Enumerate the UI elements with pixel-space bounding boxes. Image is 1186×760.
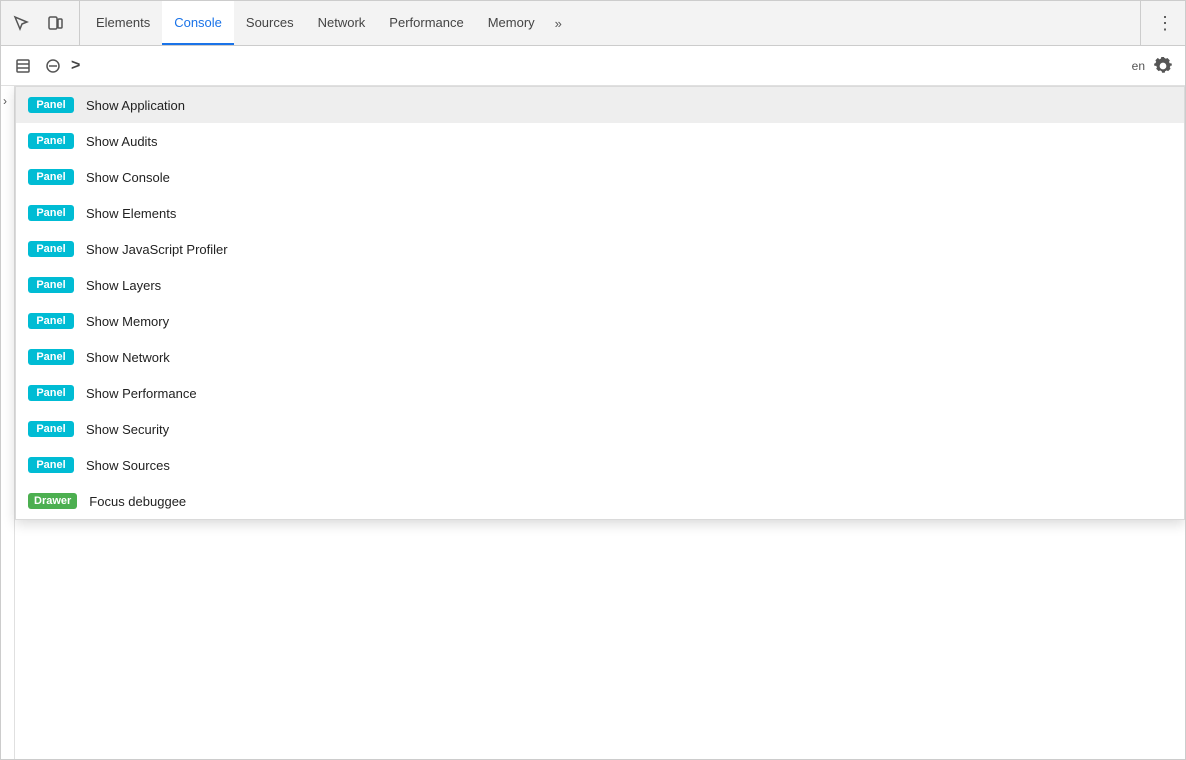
badge-panel-show-javascript-profiler: Panel (28, 241, 74, 257)
badge-panel-show-audits: Panel (28, 133, 74, 149)
autocomplete-label-show-network: Show Network (86, 350, 170, 365)
main-content: PanelShow ApplicationPanelShow AuditsPan… (15, 86, 1185, 759)
badge-panel-show-memory: Panel (28, 313, 74, 329)
console-drawer-toggle[interactable] (9, 52, 37, 80)
badge-drawer-focus-debuggee: Drawer (28, 493, 77, 509)
autocomplete-dropdown: PanelShow ApplicationPanelShow AuditsPan… (15, 86, 1185, 520)
autocomplete-item-show-security[interactable]: Panel Show Security (16, 411, 1184, 447)
badge-panel-show-security: Panel (28, 421, 74, 437)
autocomplete-item-show-elements[interactable]: Panel Show Elements (16, 195, 1184, 231)
autocomplete-item-show-layers[interactable]: Panel Show Layers (16, 267, 1184, 303)
badge-panel-show-performance: Panel (28, 385, 74, 401)
more-options-button[interactable]: ⋮ (1149, 7, 1181, 39)
more-tabs-button[interactable]: » (547, 1, 570, 45)
autocomplete-item-show-application[interactable]: Panel Show Application (16, 87, 1184, 123)
clear-console-button[interactable] (39, 52, 67, 80)
autocomplete-item-show-memory[interactable]: Panel Show Memory (16, 303, 1184, 339)
tab-network[interactable]: Network (306, 1, 378, 45)
autocomplete-label-show-javascript-profiler: Show JavaScript Profiler (86, 242, 228, 257)
autocomplete-label-show-audits: Show Audits (86, 134, 158, 149)
autocomplete-item-show-console[interactable]: Panel Show Console (16, 159, 1184, 195)
autocomplete-item-show-javascript-profiler[interactable]: Panel Show JavaScript Profiler (16, 231, 1184, 267)
prompt-arrow: > (71, 57, 80, 75)
autocomplete-label-show-elements: Show Elements (86, 206, 176, 221)
badge-panel-show-elements: Panel (28, 205, 74, 221)
autocomplete-item-focus-debuggee[interactable]: Drawer Focus debuggee (16, 483, 1184, 519)
console-settings-button[interactable] (1149, 52, 1177, 80)
tab-elements[interactable]: Elements (84, 1, 162, 45)
console-toolbar: > en (1, 46, 1185, 86)
tab-console[interactable]: Console (162, 1, 234, 45)
autocomplete-label-show-sources: Show Sources (86, 458, 170, 473)
nav-tabs: Elements Console Sources Network Perform… (84, 1, 1140, 45)
autocomplete-label-show-layers: Show Layers (86, 278, 161, 293)
toolbar-icons-left (5, 1, 80, 45)
tab-memory[interactable]: Memory (476, 1, 547, 45)
autocomplete-item-show-performance[interactable]: Panel Show Performance (16, 375, 1184, 411)
console-prompt-area: > (67, 57, 1132, 75)
autocomplete-label-show-performance: Show Performance (86, 386, 197, 401)
device-toolbar-button[interactable] (39, 7, 71, 39)
top-toolbar: Elements Console Sources Network Perform… (1, 1, 1185, 46)
tab-sources[interactable]: Sources (234, 1, 306, 45)
badge-panel-show-network: Panel (28, 349, 74, 365)
autocomplete-label-show-console: Show Console (86, 170, 170, 185)
autocomplete-item-show-audits[interactable]: Panel Show Audits (16, 123, 1184, 159)
autocomplete-item-show-sources[interactable]: Panel Show Sources (16, 447, 1184, 483)
console-input[interactable] (88, 58, 1131, 73)
autocomplete-label-show-application: Show Application (86, 98, 185, 113)
filter-label: en (1132, 59, 1145, 73)
inspect-element-button[interactable] (5, 7, 37, 39)
badge-panel-show-layers: Panel (28, 277, 74, 293)
autocomplete-item-show-network[interactable]: Panel Show Network (16, 339, 1184, 375)
badge-panel-show-application: Panel (28, 97, 74, 113)
devtools-window: Elements Console Sources Network Perform… (0, 0, 1186, 760)
autocomplete-label-show-memory: Show Memory (86, 314, 169, 329)
autocomplete-label-focus-debuggee: Focus debuggee (89, 494, 186, 509)
console-right-controls: en (1132, 52, 1177, 80)
sidebar-expand-icon[interactable]: › (3, 94, 7, 108)
main-area: › PanelShow ApplicationPanelShow AuditsP… (1, 86, 1185, 759)
tab-performance[interactable]: Performance (377, 1, 475, 45)
autocomplete-label-show-security: Show Security (86, 422, 169, 437)
sidebar-collapse-area: › (1, 86, 15, 759)
badge-panel-show-sources: Panel (28, 457, 74, 473)
badge-panel-show-console: Panel (28, 169, 74, 185)
toolbar-right: ⋮ (1140, 1, 1181, 45)
